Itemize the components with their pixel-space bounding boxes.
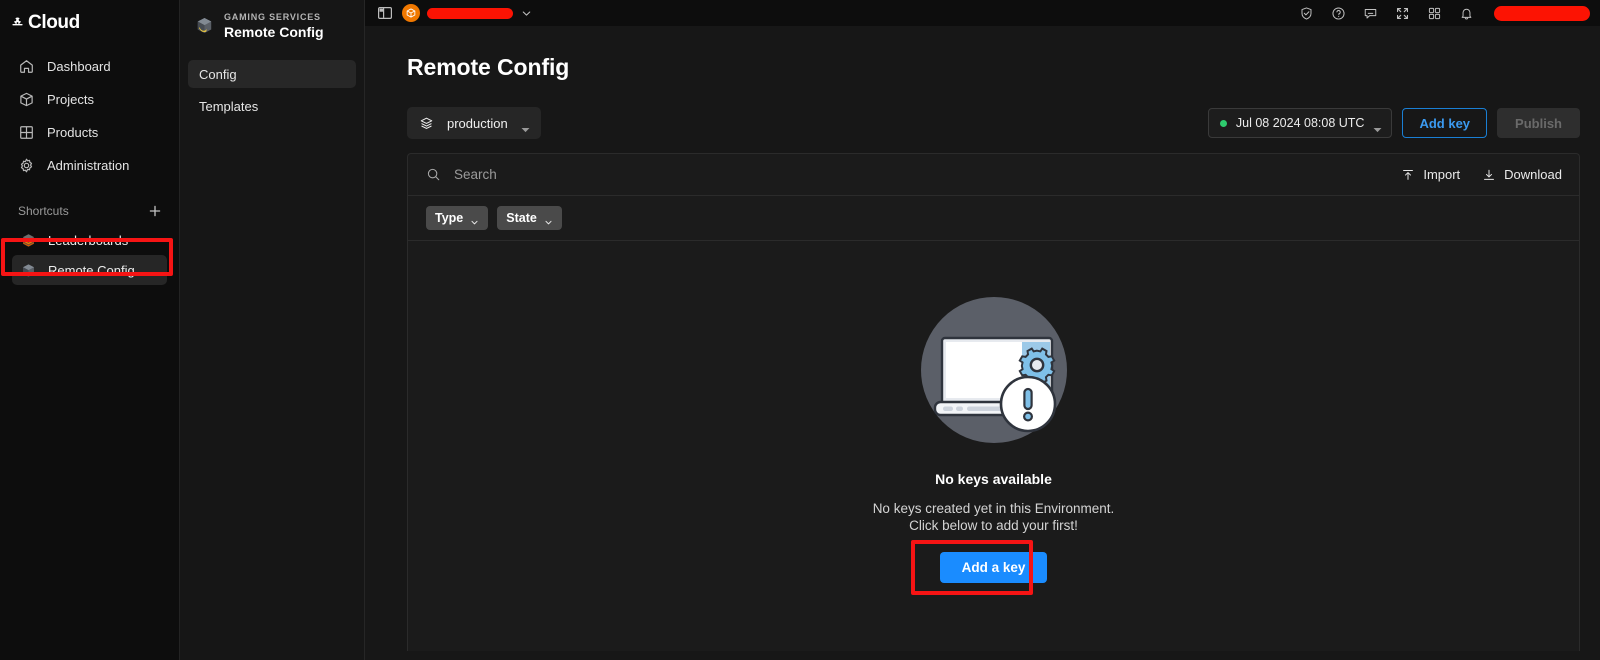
triangle-down-icon <box>1373 120 1382 133</box>
sidebar-item-label: Dashboard <box>47 58 111 74</box>
remote-config-cube-icon <box>194 15 215 36</box>
project-avatar-icon <box>402 4 420 22</box>
sidebar-item-leaderboards[interactable]: Leaderboards <box>12 225 167 255</box>
release-label: Jul 08 2024 08:08 UTC <box>1235 116 1365 130</box>
triangle-down-icon <box>521 120 530 133</box>
environment-selector[interactable]: production <box>407 107 541 139</box>
add-a-key-button[interactable]: Add a key <box>939 552 1048 583</box>
service-title: Remote Config <box>224 24 324 40</box>
download-button[interactable]: Download <box>1482 167 1562 182</box>
search-container <box>426 167 1401 182</box>
subnav-item-label: Config <box>199 66 237 82</box>
top-bar <box>365 0 1600 26</box>
panel-toggle-icon[interactable] <box>377 5 393 21</box>
download-icon <box>1482 168 1496 182</box>
brand-logo[interactable]: Cloud <box>0 0 179 34</box>
brand-name: Cloud <box>28 11 80 33</box>
shortcuts-header: Shortcuts <box>18 203 163 219</box>
keys-table-card: Import Download <box>407 153 1580 651</box>
sidebar-item-administration[interactable]: Administration <box>10 149 169 181</box>
bell-icon[interactable] <box>1459 6 1474 21</box>
help-circle-icon[interactable] <box>1331 6 1346 21</box>
top-bar-left <box>377 4 533 22</box>
add-a-key-container: Add a key <box>910 540 1048 595</box>
service-header: GAMING SERVICES Remote Config <box>180 8 364 40</box>
primary-sidebar: Cloud Dashboard Projects Products Admini… <box>0 0 180 660</box>
remote-config-cube-icon <box>20 262 37 279</box>
layers-icon <box>419 116 434 131</box>
service-nav-list: Config Templates <box>180 60 364 120</box>
search-icon <box>426 167 441 182</box>
import-button[interactable]: Import <box>1401 167 1460 182</box>
empty-state-description: No keys created yet in this Environment.… <box>873 500 1115 534</box>
fullscreen-icon[interactable] <box>1395 6 1410 21</box>
import-icon <box>1401 168 1415 182</box>
status-dot-icon <box>1219 119 1227 127</box>
sidebar-item-remote-config[interactable]: Remote Config <box>12 255 167 285</box>
home-icon <box>18 58 35 75</box>
plus-icon[interactable] <box>147 203 163 219</box>
page-toolbar: production Jul 08 2024 08:08 UTC Add key <box>407 107 1580 139</box>
sidebar-item-label: Remote Config <box>48 262 135 278</box>
page-title: Remote Config <box>407 54 570 80</box>
top-bar-right <box>1299 5 1592 21</box>
app-root: Cloud Dashboard Projects Products Admini… <box>0 0 1600 660</box>
main-nav: Dashboard Projects Products Administrati… <box>0 50 179 181</box>
shortcuts-title: Shortcuts <box>18 204 69 218</box>
subnav-item-templates[interactable]: Templates <box>188 92 356 120</box>
apps-grid-icon[interactable] <box>1427 6 1442 21</box>
cube-icon <box>18 91 35 108</box>
service-eyebrow: GAMING SERVICES <box>224 12 321 22</box>
toolbar-actions: Jul 08 2024 08:08 UTC Add key Publish <box>1207 108 1580 138</box>
empty-state-line-1: No keys created yet in this Environment. <box>872 501 1115 516</box>
filter-type[interactable]: Type <box>426 206 489 230</box>
environment-label: production <box>447 115 508 131</box>
sidebar-item-label: Products <box>47 124 99 140</box>
sidebar-item-products[interactable]: Products <box>10 116 169 148</box>
no-keys-illustration <box>920 297 1067 443</box>
sidebar-item-label: Administration <box>47 157 130 173</box>
sidebar-item-dashboard[interactable]: Dashboard <box>10 50 169 82</box>
cloud-logo-icon <box>10 15 25 30</box>
subnav-item-label: Templates <box>199 98 259 114</box>
project-selector[interactable] <box>402 4 533 22</box>
sidebar-item-projects[interactable]: Projects <box>10 83 169 115</box>
sidebar-item-label: Projects <box>47 91 94 107</box>
chevron-down-icon <box>544 214 553 224</box>
page-content: Remote Config production Jul 08 2024 08:… <box>365 26 1600 660</box>
grid-icon <box>18 124 35 141</box>
filter-state[interactable]: State <box>497 206 562 230</box>
project-name-redacted <box>427 7 513 19</box>
user-menu-redacted[interactable] <box>1494 5 1590 21</box>
main-area: Remote Config production Jul 08 2024 08:… <box>365 0 1600 660</box>
table-filters-row: Type State <box>408 196 1579 241</box>
download-label: Download <box>1504 167 1562 182</box>
empty-state: No keys available No keys created yet in… <box>408 241 1579 651</box>
empty-state-title: No keys available <box>935 471 1052 487</box>
import-export-actions: Import Download <box>1401 167 1562 182</box>
feedback-icon[interactable] <box>1363 6 1378 21</box>
gear-icon <box>18 157 35 174</box>
add-key-button[interactable]: Add key <box>1402 108 1488 138</box>
service-sidebar: GAMING SERVICES Remote Config Config Tem… <box>180 0 365 660</box>
shield-check-icon[interactable] <box>1299 6 1314 21</box>
table-search-row: Import Download <box>408 154 1579 196</box>
sidebar-item-label: Leaderboards <box>48 232 129 248</box>
empty-state-line-2: Click below to add your first! <box>909 518 1078 533</box>
chevron-down-icon <box>470 214 479 224</box>
subnav-item-config[interactable]: Config <box>188 60 356 88</box>
publish-button: Publish <box>1497 108 1580 138</box>
filter-label: Type <box>435 211 464 225</box>
import-label: Import <box>1423 167 1461 182</box>
filter-label: State <box>506 211 537 225</box>
chevron-down-icon <box>520 7 533 20</box>
search-input[interactable] <box>454 167 754 182</box>
release-selector[interactable]: Jul 08 2024 08:08 UTC <box>1207 108 1393 138</box>
leaderboards-cube-icon <box>20 232 37 249</box>
